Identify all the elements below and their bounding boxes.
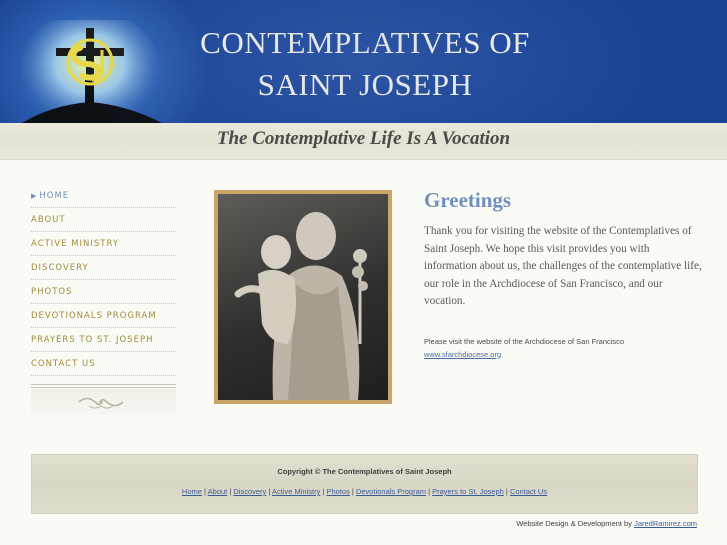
statue-silhouette-icon <box>234 212 368 400</box>
footer-link-photos[interactable]: Photos <box>326 487 349 496</box>
main-content: Greetings Thank you for visiting the web… <box>424 188 704 361</box>
page-title: Greetings <box>424 188 512 212</box>
st-joseph-statue-photo <box>218 194 388 400</box>
csj-cross-logo-icon[interactable] <box>22 20 162 123</box>
footer-link-about[interactable]: About <box>208 487 228 496</box>
design-credit: Website Design & Development by JaredRam… <box>516 519 697 528</box>
footer-link-contact-us[interactable]: Contact Us <box>510 487 547 496</box>
credit-text: Website Design & Development by <box>516 519 635 528</box>
site-title-line2: Saint Joseph <box>257 67 473 102</box>
archdiocese-link[interactable]: www.sfarchdiocese.org <box>424 350 501 359</box>
nav-item-label: Prayers to St. Joseph <box>31 335 154 345</box>
copyright: Copyright © The Contemplatives of Saint … <box>277 467 452 476</box>
nav-item-devotionals-program[interactable]: Devotionals Program <box>31 305 176 328</box>
visit-note-text: Please visit the website of the Archdioc… <box>424 336 625 346</box>
sidebar-nav: ▶ Home About Active Ministry Discovery Ph… <box>31 185 176 415</box>
nav-item-discovery[interactable]: Discovery <box>31 257 176 280</box>
sidebar-divider <box>31 384 176 388</box>
footer-link-discovery[interactable]: Discovery <box>233 487 266 496</box>
greeting-text: Thank you for visiting the website of th… <box>424 225 702 307</box>
nav-item-about[interactable]: About <box>31 209 176 232</box>
nav-item-label: About <box>31 215 66 225</box>
nav-item-label: Active Ministry <box>31 239 120 249</box>
site-header: Contemplatives of Saint Joseph <box>0 0 727 123</box>
arrow-right-icon: ▶ <box>31 192 38 200</box>
footer-link-prayers[interactable]: Prayers to St. Joseph <box>432 487 504 496</box>
footer-link-active-ministry[interactable]: Active Ministry <box>272 487 320 496</box>
tagline-band: The Contemplative Life Is A Vocation <box>0 123 727 160</box>
nav-item-photos[interactable]: Photos <box>31 281 176 304</box>
nav-item-label: Devotionals Program <box>31 311 157 321</box>
nav-item-label: Photos <box>31 287 73 297</box>
credit-link[interactable]: JaredRamirez.com <box>634 519 697 528</box>
footer-links: Home | About | Discovery | Active Minist… <box>32 487 697 496</box>
site-footer: Copyright © The Contemplatives of Saint … <box>31 454 698 514</box>
footer-link-home[interactable]: Home <box>182 487 202 496</box>
nav-item-active-ministry[interactable]: Active Ministry <box>31 233 176 256</box>
photo-frame <box>214 190 392 404</box>
nav-item-prayers[interactable]: Prayers to St. Joseph <box>31 329 176 352</box>
sidebar-ornament-box <box>31 389 176 415</box>
visit-note: Please visit the website of the Archdioc… <box>424 335 704 361</box>
nav-item-label: Discovery <box>31 263 89 273</box>
nav-item-label: Home <box>39 191 70 201</box>
nav-item-home[interactable]: ▶ Home <box>31 185 176 208</box>
nav-item-label: Contact Us <box>31 359 96 369</box>
site-title: Contemplatives of Saint Joseph <box>180 22 550 106</box>
site-title-line1: Contemplatives of <box>200 25 530 60</box>
nav-item-contact-us[interactable]: Contact Us <box>31 353 176 376</box>
tagline: The Contemplative Life Is A Vocation <box>216 128 511 149</box>
flourish-ornament-icon <box>78 397 124 409</box>
footer-link-devotionals-program[interactable]: Devotionals Program <box>356 487 426 496</box>
